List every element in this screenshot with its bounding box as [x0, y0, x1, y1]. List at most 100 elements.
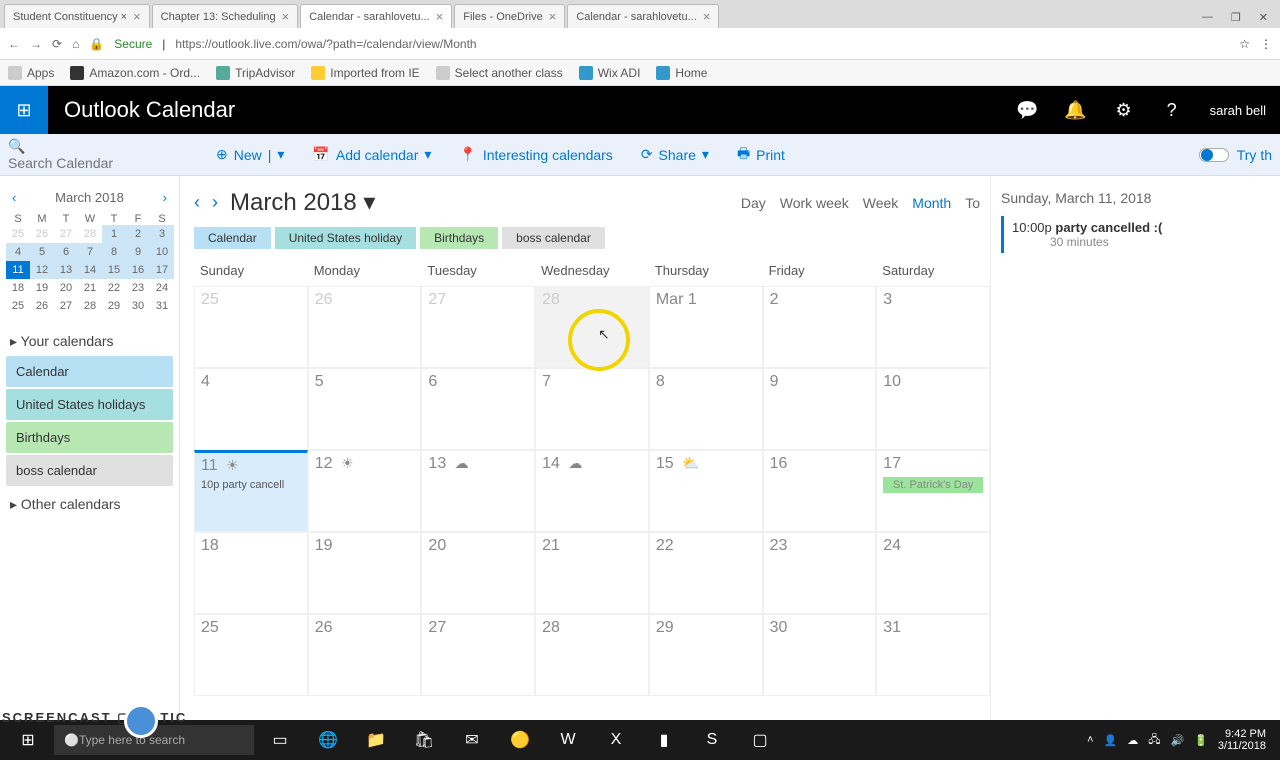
star-icon[interactable]: ☆: [1239, 37, 1250, 51]
day-cell[interactable]: 16: [763, 450, 877, 532]
day-cell[interactable]: 11 ☀10p party cancell: [194, 450, 308, 532]
month-title[interactable]: March 2018 ▾: [230, 188, 375, 217]
day-cell[interactable]: 31: [876, 614, 990, 696]
bookmark-imported[interactable]: Imported from IE: [311, 66, 419, 80]
calendar-chip[interactable]: United States holiday: [275, 227, 416, 249]
day-cell[interactable]: 10: [876, 368, 990, 450]
store-icon[interactable]: 🛍: [402, 722, 446, 758]
skype-icon[interactable]: S: [690, 722, 734, 758]
day-cell[interactable]: 6: [421, 368, 535, 450]
day-cell[interactable]: 28: [535, 614, 649, 696]
day-cell[interactable]: 14 ☁: [535, 450, 649, 532]
add-calendar-button[interactable]: 📅Add calendar▾: [312, 146, 431, 163]
tab-calendar[interactable]: Calendar - sarahlovetu...×: [300, 4, 452, 28]
day-cell[interactable]: 28: [535, 286, 649, 368]
day-cell[interactable]: 29: [649, 614, 763, 696]
day-cell[interactable]: 15 ⛅: [649, 450, 763, 532]
tab-calendar2[interactable]: Calendar - sarahlovetu...×: [567, 4, 719, 28]
day-cell[interactable]: 2: [763, 286, 877, 368]
mini-month-label[interactable]: March 2018: [55, 190, 124, 205]
network-icon[interactable]: 🖧: [1148, 731, 1160, 750]
day-cell[interactable]: 17St. Patrick's Day: [876, 450, 990, 532]
agenda-event[interactable]: 10:00p party cancelled :( 30 minutes: [1001, 216, 1270, 253]
day-cell[interactable]: 20: [421, 532, 535, 614]
close-icon[interactable]: ×: [703, 9, 711, 24]
chat-icon[interactable]: 💬: [1004, 86, 1052, 134]
share-button[interactable]: ⟳Share▾: [641, 146, 709, 163]
calendar-chip[interactable]: Calendar: [194, 227, 271, 249]
day-cell[interactable]: 23: [763, 532, 877, 614]
day-cell[interactable]: 30: [763, 614, 877, 696]
try-toggle[interactable]: [1199, 148, 1229, 162]
day-cell[interactable]: 8: [649, 368, 763, 450]
interesting-button[interactable]: 📍Interesting calendars: [459, 146, 612, 163]
bookmark-home[interactable]: Home: [656, 66, 707, 80]
day-cell[interactable]: 26: [308, 614, 422, 696]
system-tray[interactable]: ˄ 👤 ☁ 🖧 🔊 🔋 9:42 PM 3/11/2018: [1087, 728, 1274, 752]
new-button[interactable]: ⊕New|▾: [216, 146, 284, 163]
mail-icon[interactable]: ✉: [450, 722, 494, 758]
print-button[interactable]: 🖶Print: [737, 143, 785, 167]
bookmark-trip[interactable]: TripAdvisor: [216, 66, 295, 80]
day-cell[interactable]: 5: [308, 368, 422, 450]
home-button[interactable]: ⌂: [72, 37, 79, 51]
bookmark-amazon[interactable]: Amazon.com - Ord...: [70, 66, 200, 80]
calendar-chip[interactable]: Birthdays: [420, 227, 498, 249]
back-button[interactable]: ←: [8, 37, 20, 51]
clock[interactable]: 9:42 PM 3/11/2018: [1218, 728, 1266, 752]
day-cell[interactable]: 21: [535, 532, 649, 614]
view-workweek[interactable]: Work week: [780, 195, 849, 211]
gear-icon[interactable]: ⚙: [1100, 86, 1148, 134]
view-today[interactable]: To: [965, 195, 980, 211]
url-field[interactable]: https://outlook.live.com/owa/?path=/cale…: [175, 37, 1229, 51]
calendar-item[interactable]: Birthdays: [6, 422, 173, 453]
help-icon[interactable]: ?: [1148, 86, 1196, 134]
excel-icon[interactable]: X: [594, 722, 638, 758]
month-prev[interactable]: ‹: [194, 192, 200, 213]
view-week[interactable]: Week: [863, 195, 899, 211]
restore-button[interactable]: ❐: [1231, 11, 1241, 24]
bookmark-select[interactable]: Select another class: [436, 66, 563, 80]
chrome-icon[interactable]: 🟡: [498, 722, 542, 758]
edge-icon[interactable]: 🌐: [306, 722, 350, 758]
your-calendars-header[interactable]: ▸ Your calendars: [6, 325, 173, 356]
day-cell[interactable]: 4: [194, 368, 308, 450]
day-cell[interactable]: 25: [194, 286, 308, 368]
tray-up-icon[interactable]: ˄: [1087, 734, 1093, 746]
month-next[interactable]: ›: [212, 192, 218, 213]
day-cell[interactable]: 12 ☀: [308, 450, 422, 532]
day-cell[interactable]: 3: [876, 286, 990, 368]
mini-calendar[interactable]: SMTWTFS 25262728123456789101112131415161…: [6, 213, 174, 315]
close-icon[interactable]: ×: [282, 9, 290, 24]
close-icon[interactable]: ×: [436, 9, 444, 24]
day-cell[interactable]: Mar 1: [649, 286, 763, 368]
explorer-icon[interactable]: 📁: [354, 722, 398, 758]
view-month[interactable]: Month: [912, 195, 951, 211]
volume-icon[interactable]: 🔊: [1170, 734, 1184, 747]
day-cell[interactable]: 13 ☁: [421, 450, 535, 532]
task-view-icon[interactable]: ▭: [258, 722, 302, 758]
day-cell[interactable]: 22: [649, 532, 763, 614]
start-button[interactable]: ⊞: [6, 722, 50, 758]
bookmark-wix[interactable]: Wix ADI: [579, 66, 641, 80]
app-launcher-icon[interactable]: ⊞: [0, 86, 48, 134]
calendar-item[interactable]: boss calendar: [6, 455, 173, 486]
app2-icon[interactable]: ▢: [738, 722, 782, 758]
minimize-button[interactable]: —: [1202, 11, 1213, 24]
apps-button[interactable]: Apps: [8, 66, 54, 80]
user-label[interactable]: sarah bell: [1196, 103, 1280, 118]
day-cell[interactable]: 27: [421, 614, 535, 696]
day-cell[interactable]: 27: [421, 286, 535, 368]
app-icon[interactable]: ▮: [642, 722, 686, 758]
calendar-chip[interactable]: boss calendar: [502, 227, 605, 249]
tab-student[interactable]: Student Constituency ××: [4, 4, 150, 28]
calendar-item[interactable]: Calendar: [6, 356, 173, 387]
mini-next[interactable]: ›: [163, 190, 167, 205]
day-cell[interactable]: 24: [876, 532, 990, 614]
day-cell[interactable]: 7: [535, 368, 649, 450]
close-button[interactable]: ✕: [1259, 11, 1268, 24]
mini-prev[interactable]: ‹: [12, 190, 16, 205]
word-icon[interactable]: W: [546, 722, 590, 758]
day-cell[interactable]: 9: [763, 368, 877, 450]
day-cell[interactable]: 18: [194, 532, 308, 614]
